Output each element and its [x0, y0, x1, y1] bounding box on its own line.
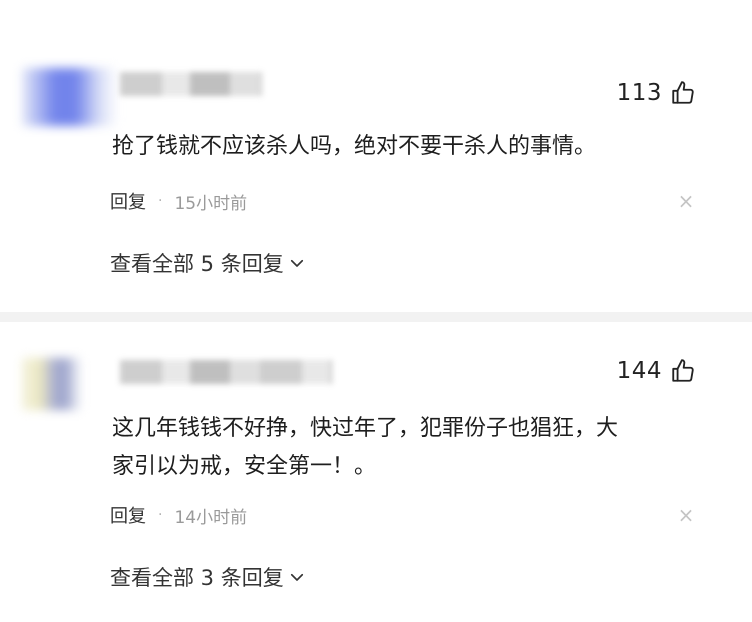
- reply-button[interactable]: 回复: [110, 188, 146, 214]
- section-divider: [0, 312, 752, 322]
- close-icon[interactable]: ×: [676, 503, 696, 527]
- avatar[interactable]: [22, 358, 82, 410]
- comment-text: 这几年钱钱不好挣，快过年了，犯罪份子也猖狂，大 家引以为戒，安全第一！。: [112, 416, 619, 479]
- chevron-down-icon: [290, 259, 303, 267]
- comment-text: 抢了钱就不应该杀人吗，绝对不要干杀人的事情。: [112, 134, 597, 159]
- like-control[interactable]: 144: [617, 358, 696, 384]
- like-count: 113: [616, 80, 662, 106]
- view-replies-label: 查看全部 5 条回复: [110, 252, 284, 276]
- comment-item: 113 抢了钱就不应该杀人吗，绝对不要干杀人的事情。 回复 · 15小时前 × …: [0, 0, 752, 300]
- thumbs-up-icon[interactable]: [670, 358, 696, 384]
- avatar[interactable]: [22, 68, 118, 126]
- view-replies-label: 查看全部 3 条回复: [110, 566, 284, 590]
- reply-button[interactable]: 回复: [110, 502, 146, 528]
- view-all-replies-button[interactable]: 查看全部 5 条回复: [110, 248, 306, 278]
- comment-meta: 回复 · 14小时前 ×: [110, 502, 696, 528]
- meta-separator: ·: [158, 193, 163, 209]
- chevron-down-icon: [290, 573, 303, 581]
- like-count: 144: [616, 358, 662, 384]
- like-control[interactable]: 113: [617, 80, 696, 106]
- comment-item: 144 这几年钱钱不好挣，快过年了，犯罪份子也猖狂，大 家引以为戒，安全第一！。…: [0, 322, 752, 622]
- view-all-replies-button[interactable]: 查看全部 3 条回复: [110, 562, 306, 592]
- timestamp: 14小时前: [174, 507, 248, 528]
- meta-separator: ·: [158, 507, 163, 523]
- thumbs-up-icon[interactable]: [670, 80, 696, 106]
- username-blurred[interactable]: [120, 72, 262, 96]
- timestamp: 15小时前: [174, 193, 248, 214]
- comment-meta: 回复 · 15小时前 ×: [110, 188, 696, 214]
- username-blurred[interactable]: [120, 360, 332, 384]
- close-icon[interactable]: ×: [676, 189, 696, 213]
